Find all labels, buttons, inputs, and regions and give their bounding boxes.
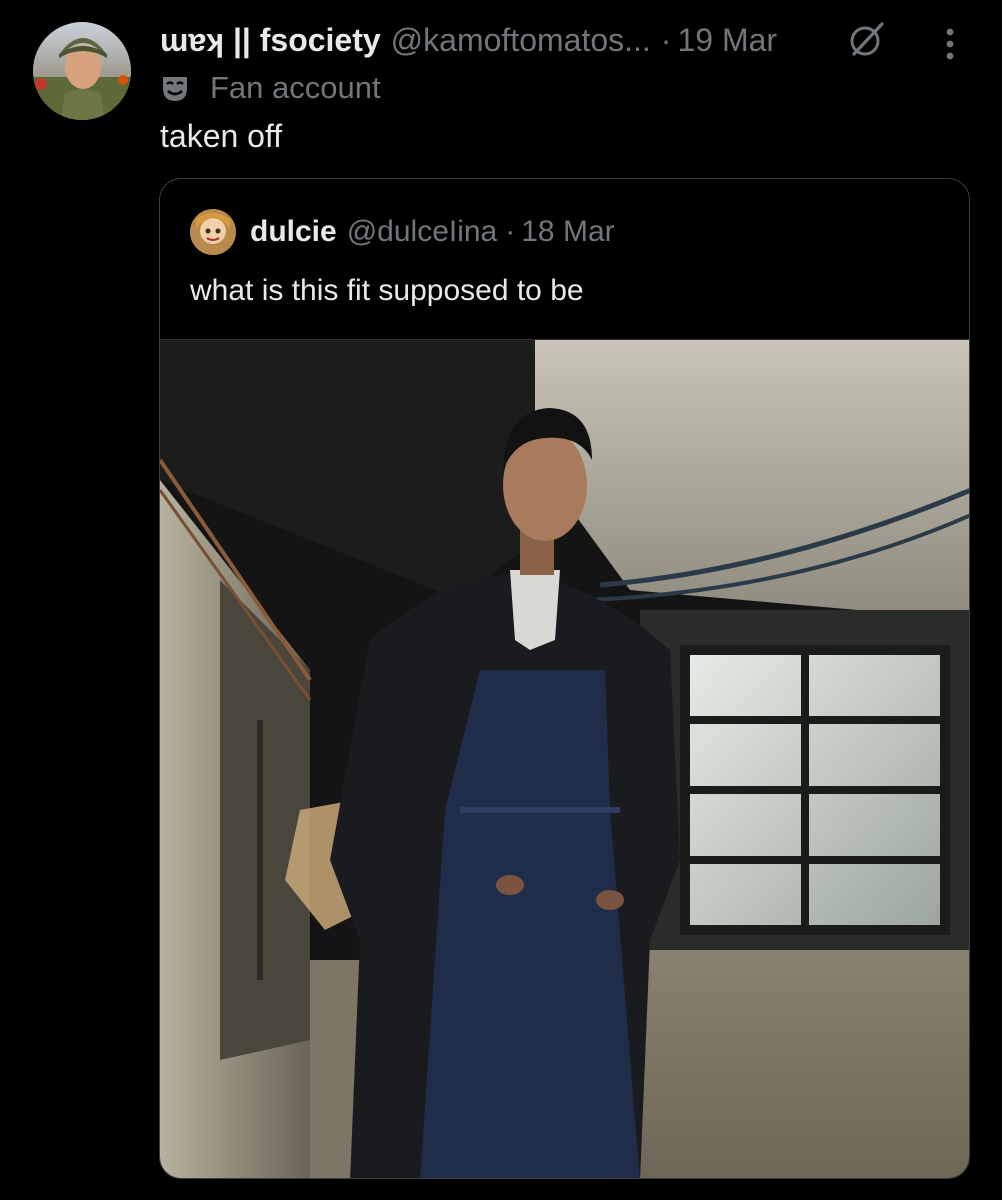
author-avatar[interactable] xyxy=(33,22,131,120)
quoted-tweet-photo[interactable] xyxy=(160,339,970,1179)
more-vertical-icon[interactable] xyxy=(938,24,962,64)
account-label: Fan account xyxy=(160,68,381,108)
quoted-tweet-date[interactable]: 18 Mar xyxy=(521,215,614,249)
author-display-name[interactable]: ɯɐʞ || fsociety xyxy=(160,22,381,59)
account-label-text: Fan account xyxy=(210,70,381,105)
quoted-tweet[interactable]: dulcie @dulceIina · 18 Mar what is this … xyxy=(159,178,970,1179)
grok-icon[interactable] xyxy=(846,20,886,60)
theater-mask-icon xyxy=(163,77,187,101)
tweet-text: taken off xyxy=(160,118,283,154)
quoted-author-handle[interactable]: @dulceIina xyxy=(347,215,498,249)
quoted-author-display-name[interactable]: dulcie xyxy=(250,215,337,249)
quoted-separator-dot: · xyxy=(505,215,516,248)
quoted-tweet-header: dulcie @dulceIina · 18 Mar xyxy=(190,209,615,255)
quoted-tweet-text: what is this fit supposed to be xyxy=(190,274,584,307)
separator-dot: · xyxy=(660,21,672,58)
tweet-date[interactable]: 19 Mar xyxy=(677,22,777,59)
author-handle[interactable]: @kamoftomatos... xyxy=(391,22,651,59)
quoted-author-avatar[interactable] xyxy=(190,209,236,255)
